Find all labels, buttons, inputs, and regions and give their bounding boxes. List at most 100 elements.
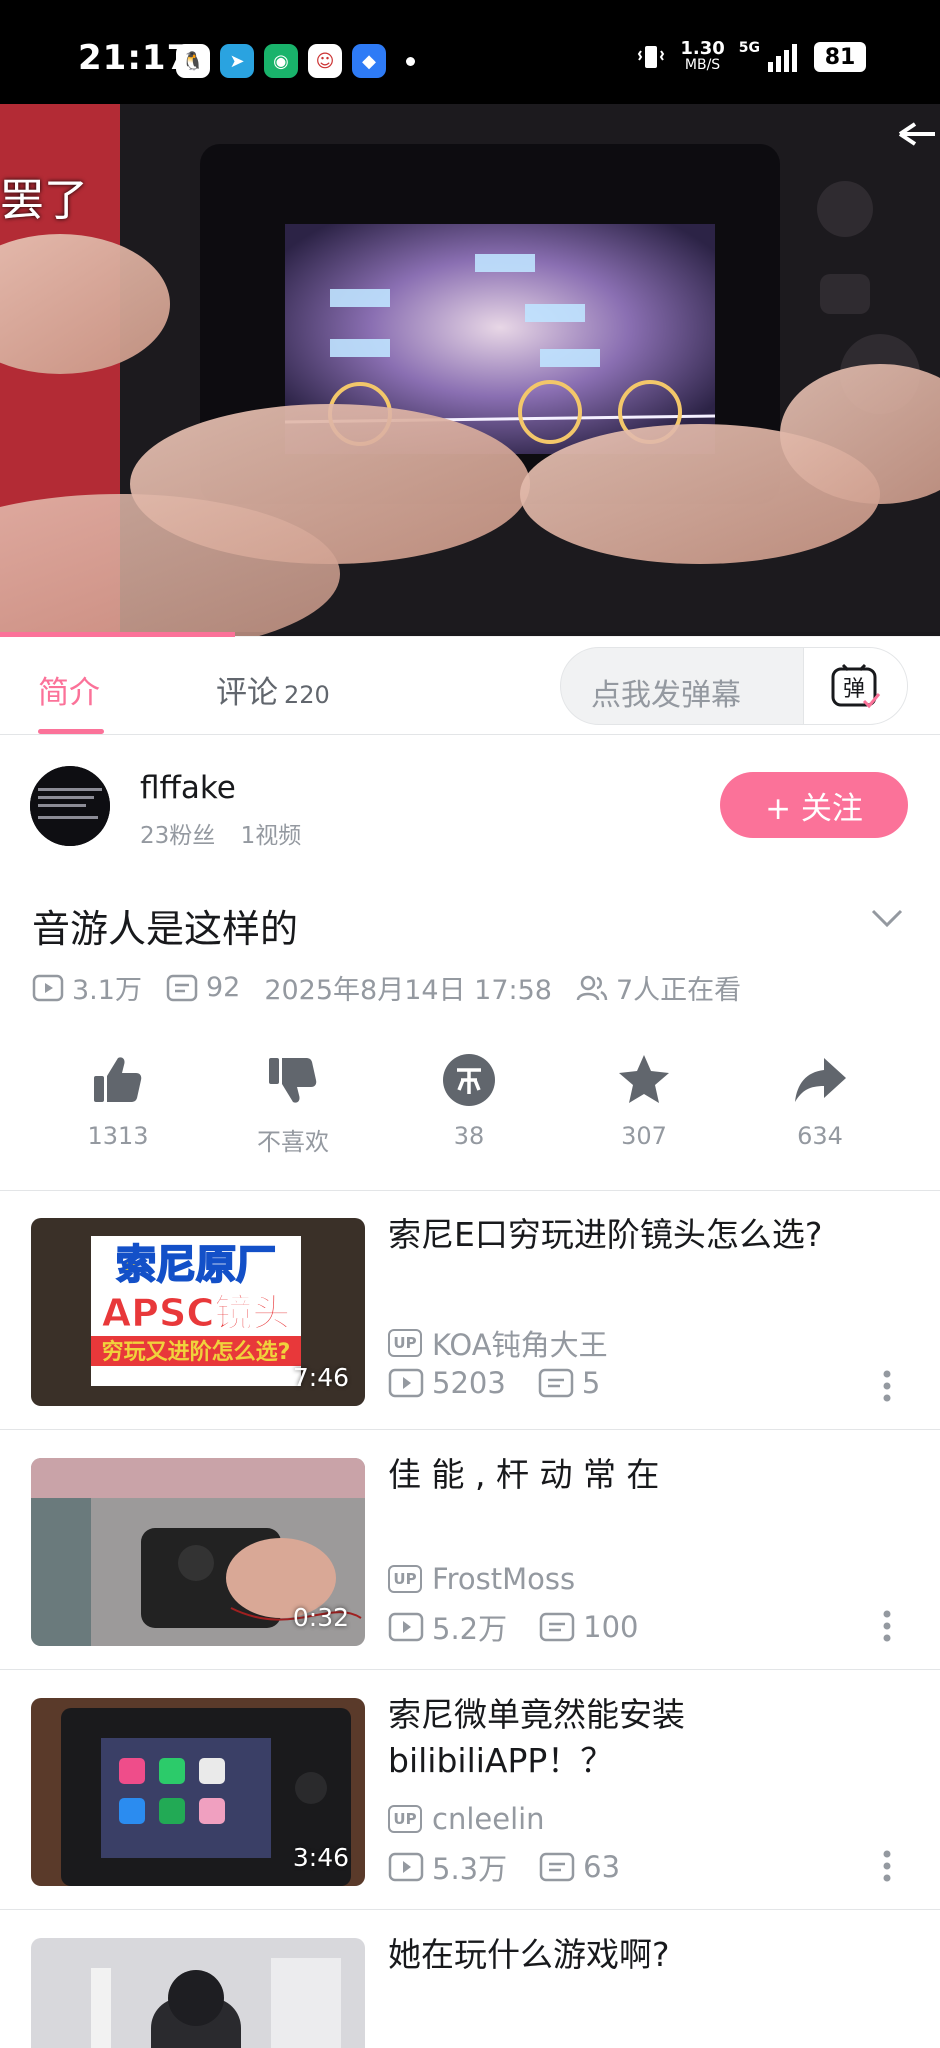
related-video-4[interactable]: 她在玩什么游戏啊? — [0, 1910, 940, 2048]
app-icon: ◉ — [264, 44, 298, 78]
thumbs-up-icon — [94, 1057, 142, 1102]
tab-intro[interactable]: 简介 — [38, 667, 100, 712]
speed-unit: MB/S — [684, 57, 721, 73]
network-speed: 1.30 MB/S — [680, 40, 724, 74]
view-count: 3.1万 — [72, 975, 142, 1006]
related-title: 她在玩什么游戏啊? — [388, 1935, 670, 1974]
related-video-1[interactable]: 索尼原厂 APSC镜头 穷玩又进阶怎么选? 7:46 索尼E口穷玩进阶镜头怎么选… — [0, 1190, 940, 1430]
related-thumbnail[interactable]: 索尼原厂 APSC镜头 穷玩又进阶怎么选? 7:46 — [31, 1218, 365, 1406]
danmaku-count: 63 — [583, 1850, 621, 1884]
video-duration: 0:32 — [292, 1603, 349, 1632]
view-count: 5.2万 — [432, 1612, 508, 1646]
more-vertical-icon[interactable] — [880, 1368, 894, 1404]
related-video-3[interactable]: 3:46 索尼微单竟然能安装bilibiliAPP！？ UP cnleelin … — [0, 1670, 940, 1910]
watching-count: 7人正在看 — [615, 975, 742, 1006]
status-right: 1.30 MB/S 5G 81 — [636, 40, 866, 74]
view-count: 5203 — [432, 1366, 506, 1400]
danmaku-count-icon — [539, 1852, 575, 1882]
thumb-text-1: 索尼原厂 — [116, 1242, 276, 1288]
related-stats: 5203 5 — [388, 1366, 600, 1400]
thumbs-down-icon — [269, 1058, 317, 1103]
play-count-icon — [388, 1852, 424, 1882]
danmaku-count: 92 — [205, 972, 241, 1003]
danmaku-count-icon — [539, 1612, 575, 1642]
view-count: 5.3万 — [432, 1852, 508, 1886]
up-badge: UP — [388, 1329, 422, 1357]
video-frame — [0, 104, 940, 636]
follow-button[interactable]: + 关注 — [720, 772, 908, 838]
notification-icons: 🐧 ➤ ◉ ☺ ◆ — [176, 44, 415, 78]
chevron-down-icon[interactable] — [870, 906, 904, 930]
related-stats: 5.3万 63 — [388, 1846, 620, 1888]
danmaku-placeholder: 点我发弹幕 — [591, 678, 741, 713]
tab-comments-label: 评论 — [216, 675, 278, 711]
publish-date: 2025年8月14日 17:58 — [264, 975, 552, 1006]
coin-button[interactable]: 38 — [409, 1052, 529, 1150]
dislike-label: 不喜欢 — [257, 1128, 329, 1156]
related-stats: 5.2万 100 — [388, 1606, 638, 1648]
up-badge: UP — [388, 1565, 422, 1593]
status-time: 21:17 — [78, 38, 192, 78]
related-title: 索尼E口穷玩进阶镜头怎么选? — [388, 1215, 823, 1254]
up-badge: UP — [388, 1805, 422, 1833]
tab-comments[interactable]: 评论 220 — [216, 667, 330, 712]
danmaku-count-icon — [538, 1368, 574, 1398]
avatar[interactable] — [30, 766, 110, 846]
more-notifications-dot — [406, 56, 415, 66]
video-duration: 3:46 — [292, 1843, 349, 1872]
more-vertical-icon[interactable] — [880, 1608, 894, 1644]
thumb-text-2: APSC镜头 — [102, 1291, 291, 1335]
favorite-button[interactable]: 307 — [584, 1052, 704, 1150]
blue-app-icon: ◆ — [352, 44, 386, 78]
video-title: 音游人是这样的 — [32, 907, 299, 951]
watching-icon — [576, 975, 608, 1000]
related-title: 佳 能 , 杆 动 常 在 — [388, 1455, 660, 1494]
tab-active-indicator — [38, 729, 104, 734]
uploader-stats: 23粉丝 1视频 — [140, 816, 319, 850]
share-button[interactable]: 634 — [760, 1052, 880, 1150]
dislike-button[interactable]: 不喜欢 — [233, 1052, 353, 1157]
related-thumbnail[interactable]: 3:46 — [31, 1698, 365, 1886]
coin-count: 38 — [453, 1122, 485, 1150]
vibrate-icon — [638, 46, 665, 68]
like-button[interactable]: 1313 — [58, 1052, 178, 1150]
network-type: 5G — [738, 40, 760, 56]
play-count-icon — [388, 1612, 424, 1642]
signal-icon — [768, 44, 797, 72]
telegram-icon: ➤ — [220, 44, 254, 78]
status-bar: 21:17 🐧 ➤ ◉ ☺ ◆ 1.30 MB/S 5G 81 — [0, 0, 940, 104]
favorite-count: 307 — [621, 1122, 667, 1150]
danmaku-input[interactable]: 点我发弹幕 弹 — [560, 647, 908, 725]
qq-icon: 🐧 — [176, 44, 210, 78]
uploader-name: KOA钝角大王 — [432, 1328, 608, 1362]
danmaku-count: 100 — [583, 1610, 639, 1644]
thumb-text-3: 穷玩又进阶怎么选? — [102, 1339, 291, 1365]
video-duration: 7:46 — [292, 1363, 349, 1392]
uploader-name: FrostMoss — [432, 1562, 576, 1596]
star-icon — [619, 1055, 669, 1103]
video-player[interactable]: 罢了 — [0, 104, 940, 636]
danmaku-count-icon — [166, 974, 198, 1001]
uploader-name[interactable]: flffake — [140, 770, 236, 806]
related-thumbnail[interactable]: 0:32 — [31, 1458, 365, 1646]
danmaku-toggle-button[interactable]: 弹 — [803, 648, 907, 724]
uploader-name: cnleelin — [432, 1802, 545, 1836]
comments-count: 220 — [284, 681, 330, 709]
related-video-2[interactable]: 0:32 佳 能 , 杆 动 常 在 UP FrostMoss 5.2万 100 — [0, 1430, 940, 1670]
speed-value: 1.30 — [680, 38, 725, 59]
video-caption: 罢了 — [0, 175, 88, 226]
more-vertical-icon[interactable] — [880, 1848, 894, 1884]
related-uploader: UP KOA钝角大王 — [388, 1322, 608, 1364]
related-uploader: UP cnleelin — [388, 1802, 545, 1836]
danmaku-icon-label: 弹 — [842, 677, 864, 702]
play-count-icon — [388, 1368, 424, 1398]
avatar-app-icon: ☺ — [308, 44, 342, 78]
danmaku-count: 5 — [581, 1366, 601, 1400]
related-title: 索尼微单竟然能安装bilibiliAPP！？ — [388, 1695, 685, 1780]
video-meta: 3.1万 92 2025年8月14日 17:58 7人正在看 — [32, 968, 741, 1007]
thumbnail-image — [31, 1938, 365, 2048]
action-bar: 1313 不喜欢 38 307 634 — [0, 1052, 940, 1182]
related-thumbnail[interactable] — [31, 1938, 365, 2048]
uploader-videos: 1视频 — [240, 823, 302, 849]
share-count: 634 — [797, 1122, 843, 1150]
